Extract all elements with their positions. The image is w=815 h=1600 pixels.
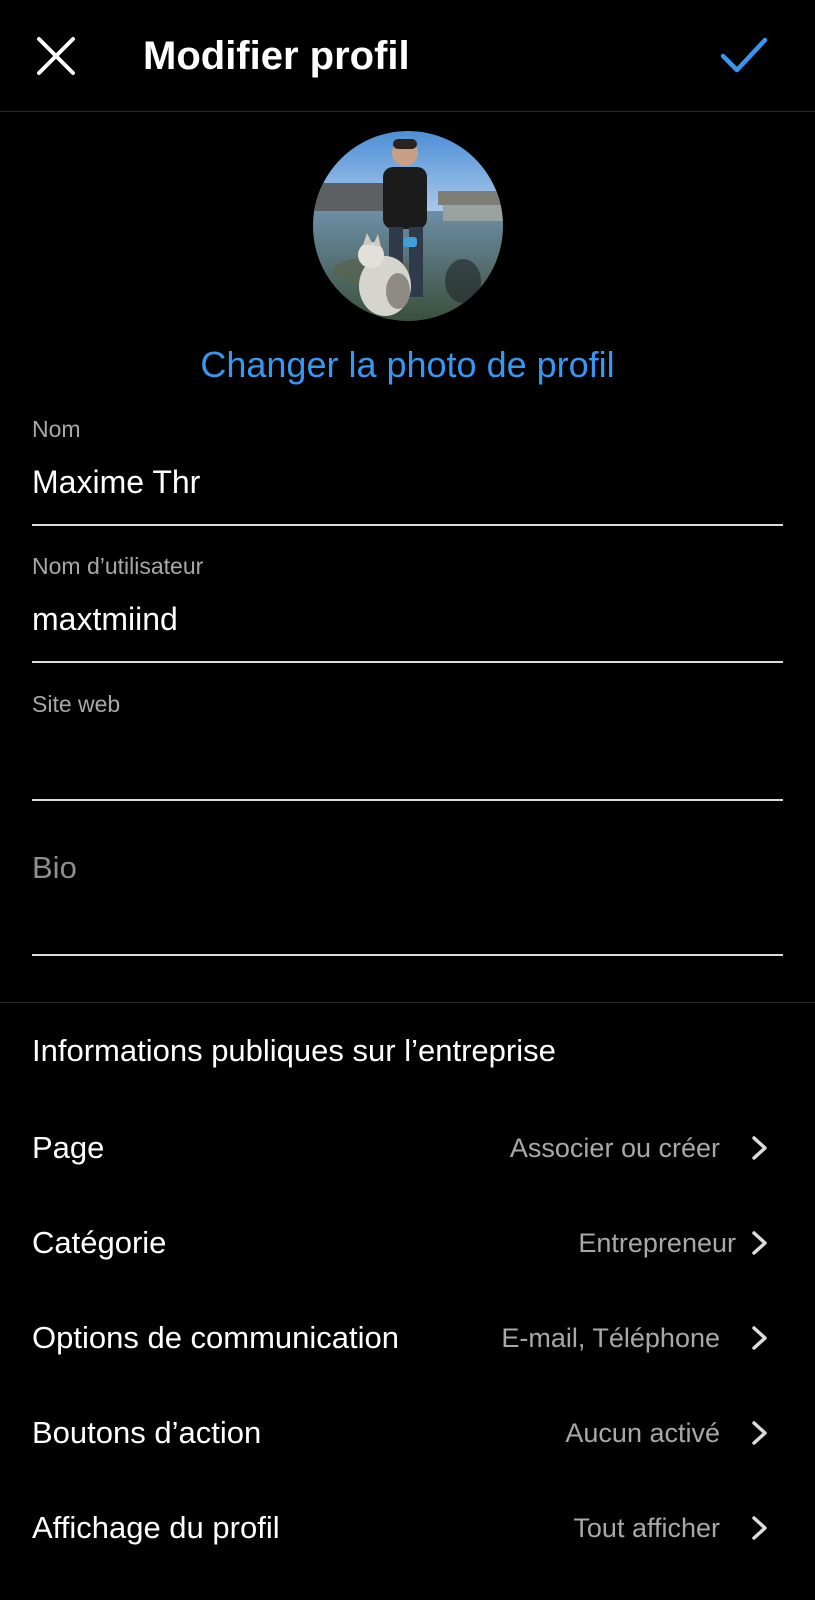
- row-page[interactable]: Page Associer ou créer: [0, 1108, 815, 1188]
- change-photo-link[interactable]: Changer la photo de profil: [0, 344, 815, 386]
- business-section-title: Informations publiques sur l’entreprise: [32, 1033, 556, 1068]
- username-field: Nom d’utilisateur: [32, 553, 783, 663]
- bio-input[interactable]: [32, 846, 783, 890]
- website-input[interactable]: [32, 735, 783, 779]
- page-title: Modifier profil: [143, 34, 410, 78]
- row-category-value: Entrepreneur: [578, 1228, 736, 1258]
- row-profile-display-value: Tout afficher: [573, 1513, 720, 1543]
- username-label: Nom d’utilisateur: [32, 553, 204, 579]
- row-action-buttons[interactable]: Boutons d’action Aucun activé: [0, 1393, 815, 1473]
- checkmark-icon: [720, 37, 768, 73]
- row-action-buttons-label: Boutons d’action: [32, 1415, 262, 1450]
- chevron-right-icon: [744, 1512, 776, 1544]
- name-input[interactable]: [32, 460, 783, 504]
- close-icon: [37, 37, 75, 75]
- name-label: Nom: [32, 416, 81, 442]
- section-divider: [0, 1002, 815, 1003]
- chevron-right-icon: [744, 1417, 776, 1449]
- avatar[interactable]: [313, 131, 503, 321]
- row-page-label: Page: [32, 1130, 105, 1165]
- bio-field: [32, 846, 783, 956]
- chevron-right-icon: [744, 1132, 776, 1164]
- row-communication-options[interactable]: Options de communication E-mail, Télépho…: [0, 1298, 815, 1378]
- website-label: Site web: [32, 691, 121, 717]
- row-action-buttons-value: Aucun activé: [565, 1418, 720, 1448]
- name-field: Nom: [32, 416, 783, 526]
- confirm-button[interactable]: [716, 28, 772, 84]
- row-category-label: Catégorie: [32, 1225, 167, 1260]
- username-input[interactable]: [32, 597, 783, 641]
- header-bar: Modifier profil: [0, 0, 815, 112]
- chevron-right-icon: [744, 1227, 776, 1259]
- row-page-value: Associer ou créer: [509, 1133, 720, 1163]
- row-category[interactable]: Catégorie Entrepreneur: [0, 1203, 815, 1283]
- row-communication-label: Options de communication: [32, 1320, 400, 1355]
- close-button[interactable]: [28, 28, 84, 84]
- row-profile-display[interactable]: Affichage du profil Tout afficher: [0, 1488, 815, 1568]
- row-profile-display-label: Affichage du profil: [32, 1510, 280, 1545]
- website-field: Site web: [32, 691, 783, 801]
- row-communication-value: E-mail, Téléphone: [501, 1323, 720, 1353]
- profile-photo: [313, 131, 503, 321]
- chevron-right-icon: [744, 1322, 776, 1354]
